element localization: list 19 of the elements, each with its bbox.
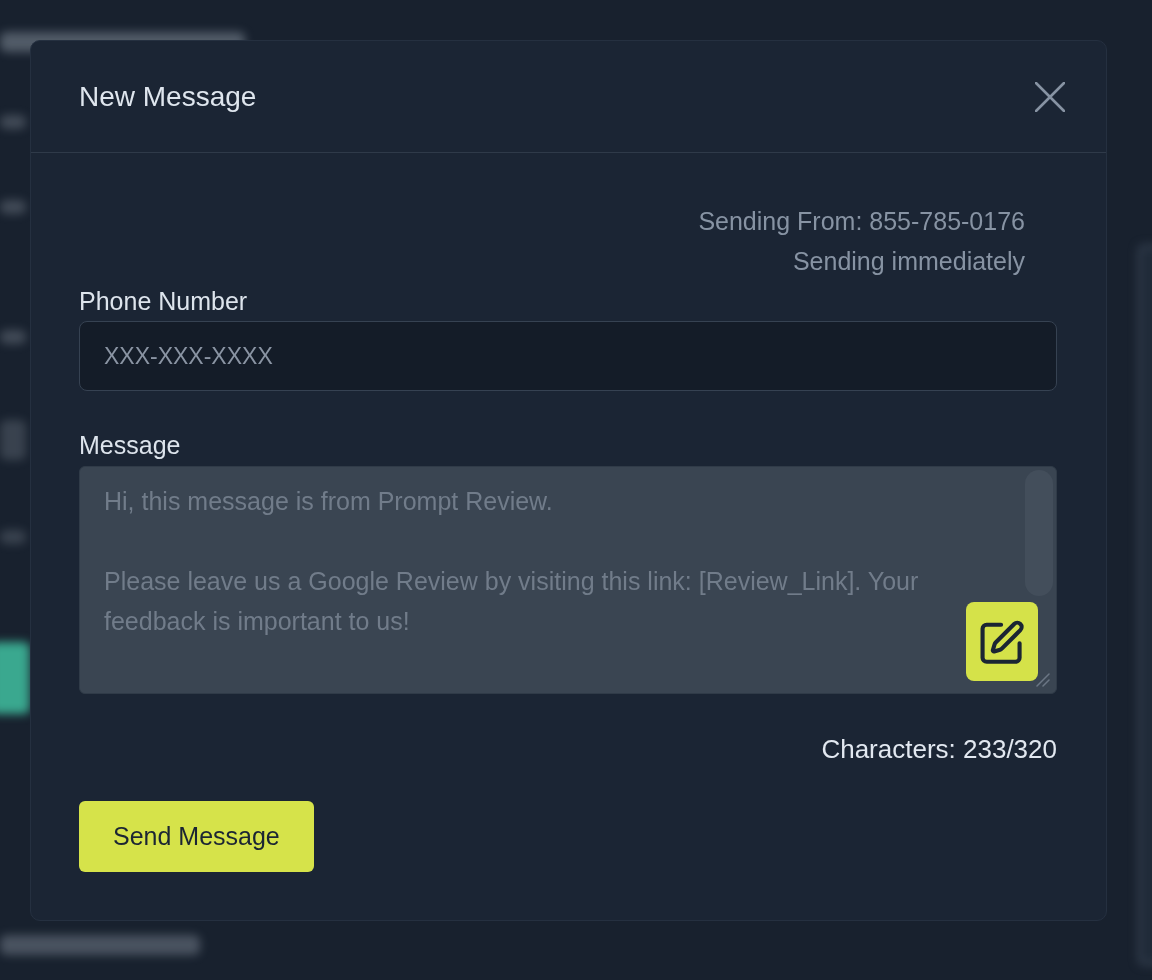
blurred-text [0,420,26,460]
blurred-text [0,330,26,344]
send-message-button[interactable]: Send Message [79,801,314,872]
sending-from-text: Sending From: 855-785-0176 [698,206,1026,237]
sending-timing-text: Sending immediately [792,246,1026,277]
pencil-square-icon [980,619,1024,664]
close-button[interactable] [1034,80,1066,113]
blurred-text [0,200,26,214]
character-count: Characters: 233/320 [821,733,1057,766]
blurred-block [0,642,30,714]
field-label: Phone Number [79,286,248,317]
blurred-text [0,115,26,129]
dialog-title: New Message [79,79,257,114]
blurred-text [0,530,26,544]
field-label: Message [79,430,181,461]
close-icon [1035,81,1065,112]
resize-handle-icon[interactable] [1036,673,1050,687]
edit-button[interactable] [966,602,1038,681]
phone-number-input[interactable]: XXX-XXX-XXXX [79,321,1057,391]
